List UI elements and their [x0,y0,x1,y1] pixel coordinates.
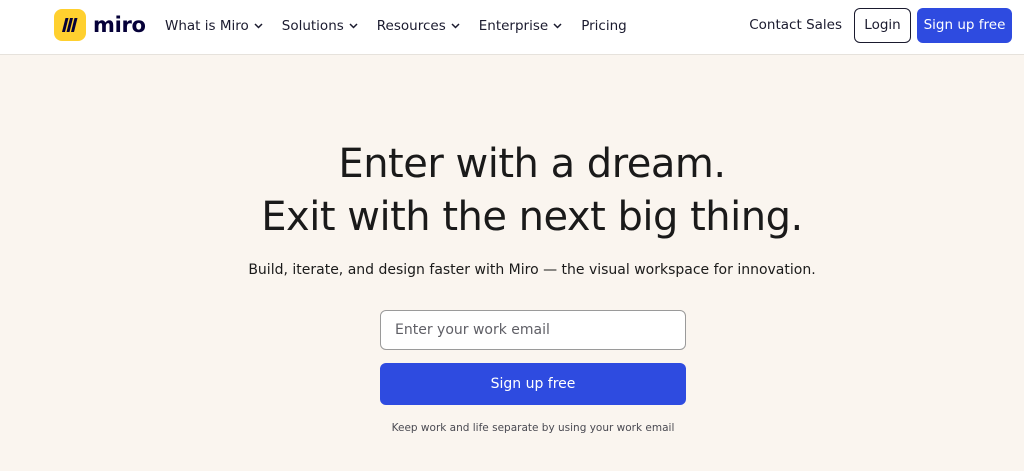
menu-item-enterprise[interactable]: Enterprise [479,18,562,34]
menu-item-what-is-miro[interactable]: What is Miro [165,18,263,34]
menu-item-label: Pricing [581,18,627,34]
chevron-down-icon [254,23,263,29]
menu-item-label: Resources [376,18,446,34]
menu-item-resources[interactable]: Resources [377,18,460,34]
logo-text: miro [93,13,146,37]
chevron-down-icon [451,23,460,29]
contact-sales-link[interactable]: Contact Sales [749,17,842,33]
hero-title: Enter with a dream. Exit with the next b… [0,138,1024,244]
miro-logo-icon [54,9,86,41]
miro-logo[interactable]: miro [54,9,146,41]
nav-signup-button[interactable]: Sign up free [917,7,1012,43]
hero-signup-button[interactable]: Sign up free [380,363,686,405]
login-button[interactable]: Login [854,7,911,43]
menu-item-label: Solutions [281,18,344,34]
chevron-down-icon [349,23,358,29]
work-email-hint: Keep work and life separate by using you… [391,422,675,434]
menu-item-label: What is Miro [165,18,249,34]
top-navigation: miro What is Miro Solutions Resources En… [0,0,1024,55]
main-menu: What is Miro Solutions Resources Enterpr… [165,0,646,52]
menu-item-solutions[interactable]: Solutions [282,18,358,34]
nav-actions: Contact Sales Login Sign up free [749,7,1012,43]
work-email-input[interactable] [380,310,686,350]
chevron-down-icon [553,23,562,29]
hero-subtitle: Build, iterate, and design faster with M… [248,262,816,278]
hero-title-line-1: Enter with a dream. [338,141,726,187]
hero-title-line-2: Exit with the next big thing. [261,194,803,240]
menu-item-label: Enterprise [478,18,549,34]
menu-item-pricing[interactable]: Pricing [581,18,627,34]
